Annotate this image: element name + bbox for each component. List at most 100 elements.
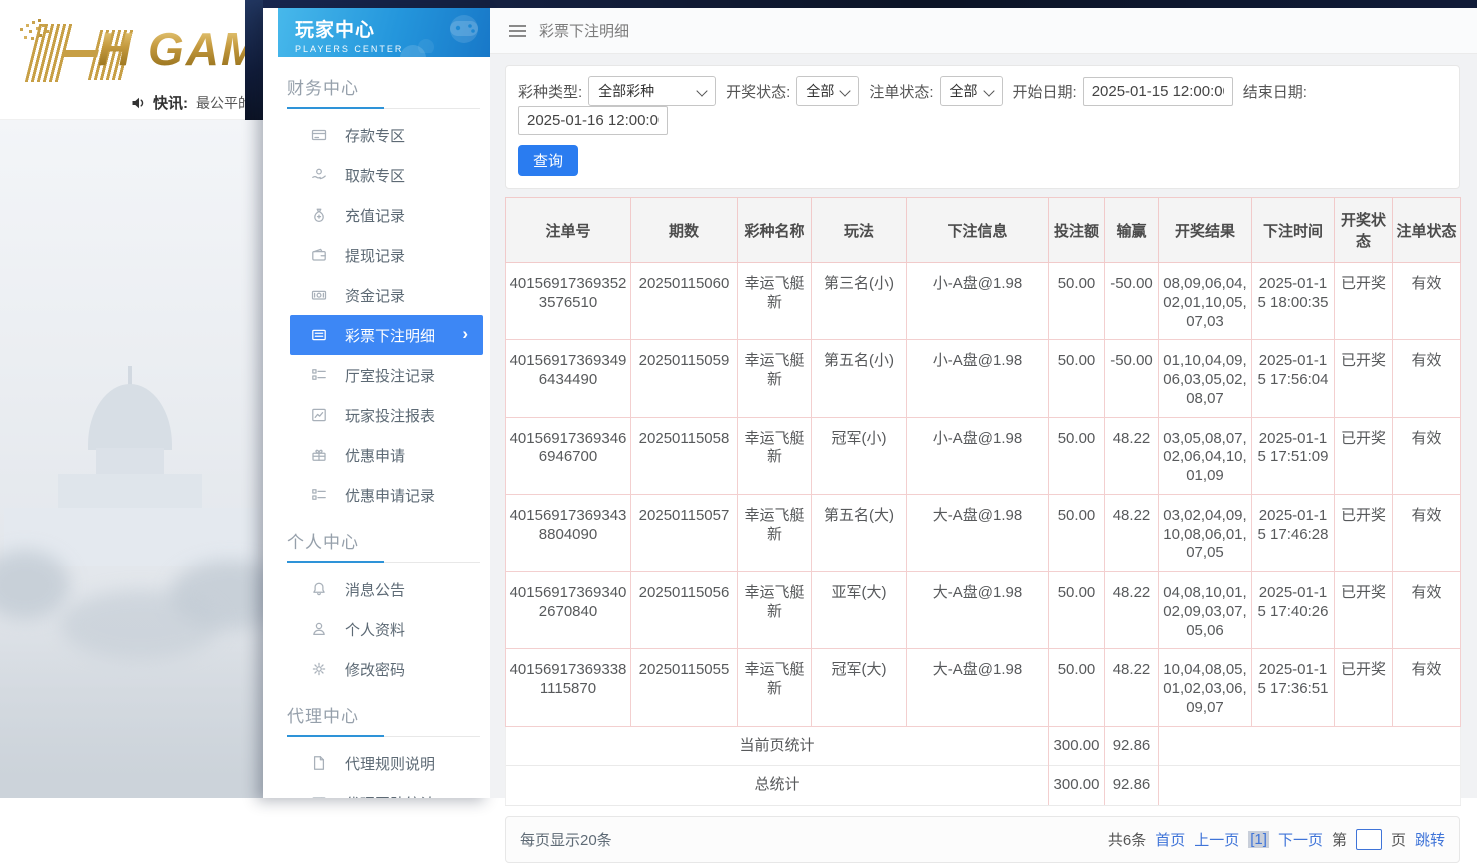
- hall-list-icon: [311, 367, 327, 383]
- promo-gift-icon: [311, 447, 327, 463]
- table-cell: 401569173693381115870: [505, 648, 631, 727]
- table-cell: 已开奖: [1334, 339, 1393, 418]
- sidebar-header: 玩家中心 PLAYERS CENTER: [278, 8, 490, 57]
- sidebar-item-bell[interactable]: 消息公告: [290, 569, 483, 609]
- table-cell: 20250115055: [630, 648, 738, 727]
- table-cell: 有效: [1392, 339, 1461, 418]
- table-cell: 03,05,08,07,02,06,04,10,01,09: [1158, 416, 1252, 495]
- column-header: 期数: [630, 197, 738, 263]
- sidebar-item-label: 彩票下注明细: [345, 327, 436, 345]
- table-cell: 50.00: [1048, 570, 1105, 650]
- funds-note-icon: [311, 287, 327, 303]
- table-cell: 2025-01-15 17:36:51: [1251, 648, 1335, 727]
- background-photo: [0, 120, 263, 798]
- sidebar-item-promo-gift[interactable]: 优惠申请: [290, 435, 483, 475]
- summary-empty-cell: [1158, 725, 1461, 766]
- table-cell: 小-A盘@1.98: [906, 416, 1049, 495]
- brand-logo[interactable]: H GAME: [6, 8, 245, 86]
- table-cell: 大-A盘@1.98: [906, 493, 1049, 573]
- draw-status-label: 开奖状态:: [726, 83, 791, 101]
- prev-page-link[interactable]: 上一页: [1194, 829, 1239, 850]
- table-cell: 20250115060: [630, 261, 738, 341]
- sidebar-item-label: 厅室投注记录: [345, 367, 436, 385]
- table-cell: 大-A盘@1.98: [906, 570, 1049, 650]
- sidebar-item-gear[interactable]: 修改密码: [290, 649, 483, 689]
- column-header: 下注时间: [1251, 197, 1335, 263]
- table-cell: 有效: [1392, 261, 1461, 341]
- jump-button[interactable]: 跳转: [1415, 829, 1445, 850]
- summary-winloss-total: 92.86: [1104, 725, 1159, 766]
- order-status-value: 全部: [949, 83, 978, 99]
- search-button[interactable]: 查询: [518, 145, 579, 176]
- table-row: 401569173693438804090 20250115057 幸运飞艇新 第五名…: [505, 493, 1461, 573]
- column-header: 玩法: [811, 197, 907, 263]
- table-cell: 已开奖: [1334, 648, 1393, 727]
- withdraw-hand-icon: [311, 167, 327, 183]
- sidebar-item-promo-list[interactable]: 优惠申请记录: [290, 475, 483, 515]
- menu-toggle-icon[interactable]: [509, 24, 526, 37]
- sidebar-item-label: 提现记录: [345, 247, 406, 265]
- summary-label: 当前页统计: [505, 725, 1049, 766]
- draw-status-select[interactable]: 全部: [796, 76, 860, 106]
- table-cell: 50.00: [1048, 261, 1105, 341]
- column-header: 投注额: [1048, 197, 1105, 263]
- sidebar-item-label: 资金记录: [345, 287, 406, 305]
- sidebar-item-bet-detail[interactable]: 彩票下注明细 ›: [290, 315, 483, 355]
- sidebar-item-deposit-card[interactable]: 存款专区: [290, 115, 483, 155]
- table-cell: 2025-01-15 17:46:28: [1251, 493, 1335, 573]
- table-cell: 401569173693466946700: [505, 416, 631, 495]
- sidebar-section-header: 财务中心: [263, 61, 490, 109]
- table-cell: 有效: [1392, 570, 1461, 650]
- lottery-type-select[interactable]: 全部彩种: [588, 76, 717, 106]
- sidebar-item-news[interactable]: 代理团队统计: [290, 783, 483, 798]
- start-date-label: 开始日期:: [1012, 83, 1077, 101]
- background-page: H GAME 快讯: 最公平的博: [0, 0, 263, 798]
- page-title: 彩票下注明细: [539, 23, 630, 40]
- sidebar-item-user[interactable]: 个人资料: [290, 609, 483, 649]
- summary-bet-total: 300.00: [1048, 725, 1105, 766]
- sidebar-item-withdraw-hand[interactable]: 取款专区: [290, 155, 483, 195]
- table-row: 401569173693523576510 20250115060 幸运飞艇新 第三名…: [505, 261, 1461, 341]
- table-cell: 幸运飞艇新: [737, 416, 812, 495]
- table-cell: -50.00: [1104, 261, 1159, 341]
- table-cell: 亚军(大): [811, 570, 907, 650]
- sidebar-item-withdraw-wallet[interactable]: 提现记录: [290, 235, 483, 275]
- jump-suffix-label: 页: [1390, 832, 1406, 849]
- sidebar-item-label: 取款专区: [345, 167, 406, 185]
- sidebar-item-funds-note[interactable]: 资金记录: [290, 275, 483, 315]
- content-header: 彩票下注明细: [490, 8, 1477, 54]
- order-status-label: 注单状态:: [869, 83, 934, 101]
- sidebar-item-hall-list[interactable]: 厅室投注记录: [290, 355, 483, 395]
- first-page-link[interactable]: 首页: [1155, 829, 1185, 850]
- table-cell: 50.00: [1048, 493, 1105, 573]
- sidebar-item-recharge-bag[interactable]: 充值记录: [290, 195, 483, 235]
- table-cell: 冠军(大): [811, 648, 907, 727]
- page-jump-input[interactable]: [1355, 829, 1382, 850]
- table-cell: 大-A盘@1.98: [906, 648, 1049, 727]
- sidebar-item-doc[interactable]: 代理规则说明: [290, 743, 483, 783]
- table-cell: 已开奖: [1334, 261, 1393, 341]
- table-cell: 幸运飞艇新: [737, 570, 812, 650]
- table-cell: 20250115058: [630, 416, 738, 495]
- start-date-input[interactable]: [1082, 76, 1233, 106]
- column-header: 彩种名称: [737, 197, 812, 263]
- table-cell: 有效: [1392, 648, 1461, 727]
- next-page-link[interactable]: 下一页: [1278, 829, 1323, 850]
- navy-strip: [245, 0, 263, 120]
- summary-row: 总统计 300.00 92.86: [505, 765, 1461, 806]
- order-status-select[interactable]: 全部: [939, 76, 1003, 106]
- sidebar-item-label: 个人资料: [345, 621, 406, 639]
- speaker-icon: [132, 97, 144, 108]
- table-cell: 20250115059: [630, 339, 738, 418]
- sidebar-item-label: 修改密码: [345, 661, 406, 679]
- sidebar-item-report-chart[interactable]: 玩家投注报表: [290, 395, 483, 435]
- table-cell: 50.00: [1048, 648, 1105, 727]
- gamepad-decoration-icon: [418, 15, 478, 53]
- sidebar-item-label: 优惠申请记录: [345, 487, 436, 505]
- content-body: 彩种类型: 全部彩种 开奖状态: 全部 注单状态: 全部 开始日期: 结束日期:…: [490, 54, 1477, 863]
- draw-status-value: 全部: [806, 83, 835, 99]
- news-ticker: 快讯: 最公平的博: [0, 86, 263, 120]
- report-chart-icon: [311, 407, 327, 423]
- table-cell: 小-A盘@1.98: [906, 261, 1049, 341]
- end-date-input[interactable]: [518, 106, 668, 135]
